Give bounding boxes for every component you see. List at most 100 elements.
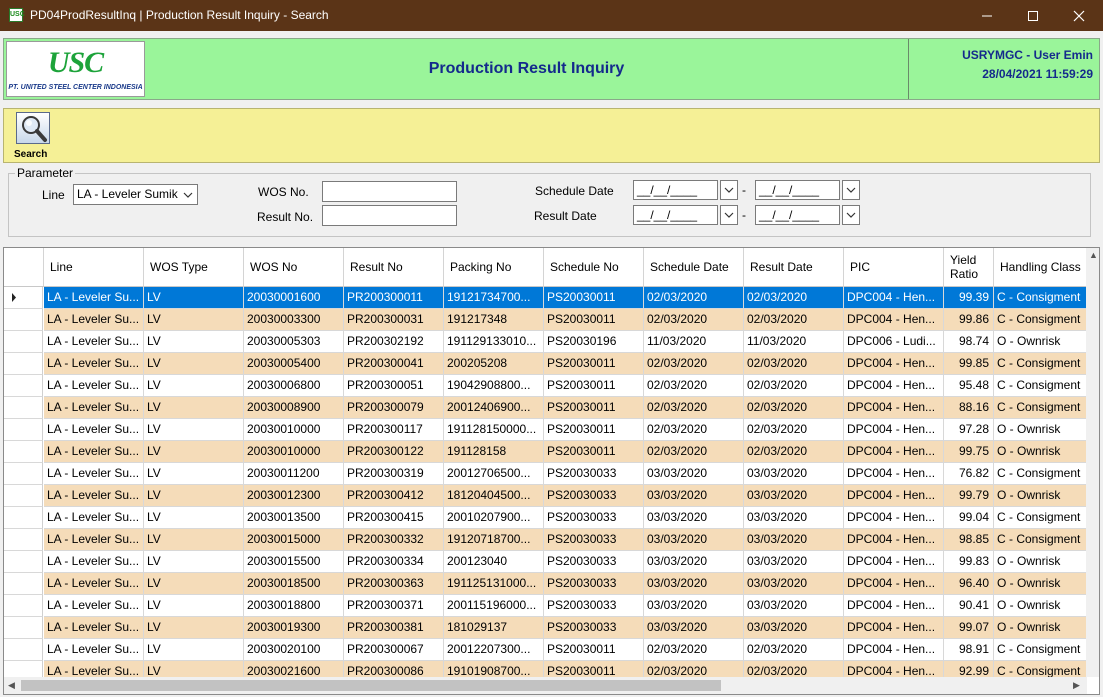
- result-no-input[interactable]: [322, 205, 457, 226]
- table-cell[interactable]: PS20030033: [544, 595, 644, 617]
- table-cell[interactable]: 03/03/2020: [644, 529, 744, 551]
- table-cell[interactable]: 99.07: [944, 617, 994, 639]
- table-cell[interactable]: 200205208: [444, 353, 544, 375]
- table-row[interactable]: LA - Leveler Su... LV 20030005400 PR2003000…: [4, 353, 1087, 375]
- table-cell[interactable]: 02/03/2020: [744, 639, 844, 661]
- column-header[interactable]: Schedule No: [544, 248, 644, 287]
- table-cell[interactable]: LV: [144, 595, 244, 617]
- table-cell[interactable]: LA - Leveler Su...: [44, 485, 144, 507]
- table-cell[interactable]: 99.04: [944, 507, 994, 529]
- result-grid[interactable]: Line WOS Type WOS No Result No Packing No Sch…: [3, 247, 1100, 695]
- table-row[interactable]: LA - Leveler Su... LV 20030018800 PR2003003…: [4, 595, 1087, 617]
- table-cell[interactable]: C - Consigment: [994, 375, 1087, 397]
- row-selector[interactable]: [4, 529, 43, 551]
- result-date-from-dropdown[interactable]: [720, 205, 738, 225]
- table-cell[interactable]: PS20030033: [544, 551, 644, 573]
- table-cell[interactable]: DPC004 - Hen...: [844, 419, 944, 441]
- column-header[interactable]: Schedule Date: [644, 248, 744, 287]
- table-cell[interactable]: 02/03/2020: [744, 309, 844, 331]
- table-cell[interactable]: 02/03/2020: [644, 441, 744, 463]
- table-cell[interactable]: LV: [144, 353, 244, 375]
- table-cell[interactable]: 02/03/2020: [644, 375, 744, 397]
- table-cell[interactable]: 03/03/2020: [644, 573, 744, 595]
- table-cell[interactable]: 20030010000: [244, 441, 344, 463]
- table-cell[interactable]: 03/03/2020: [744, 617, 844, 639]
- table-cell[interactable]: 99.83: [944, 551, 994, 573]
- table-cell[interactable]: LV: [144, 375, 244, 397]
- table-cell[interactable]: O - Ownrisk: [994, 441, 1087, 463]
- maximize-button[interactable]: [1010, 0, 1056, 31]
- table-cell[interactable]: 11/03/2020: [744, 331, 844, 353]
- table-cell[interactable]: LV: [144, 551, 244, 573]
- table-cell[interactable]: DPC004 - Hen...: [844, 485, 944, 507]
- table-cell[interactable]: PR200300122: [344, 441, 444, 463]
- table-cell[interactable]: 03/03/2020: [644, 507, 744, 529]
- row-selector[interactable]: [4, 463, 43, 485]
- table-cell[interactable]: DPC004 - Hen...: [844, 397, 944, 419]
- schedule-date-from-dropdown[interactable]: [720, 180, 738, 200]
- table-cell[interactable]: 20030015000: [244, 529, 344, 551]
- table-cell[interactable]: 90.41: [944, 595, 994, 617]
- table-cell[interactable]: PR200302192: [344, 331, 444, 353]
- table-cell[interactable]: LV: [144, 639, 244, 661]
- table-cell[interactable]: PS20030033: [544, 617, 644, 639]
- table-row[interactable]: LA - Leveler Su... LV 20030003300 PR2003000…: [4, 309, 1087, 331]
- table-cell[interactable]: DPC004 - Hen...: [844, 595, 944, 617]
- table-cell[interactable]: DPC004 - Hen...: [844, 617, 944, 639]
- table-row[interactable]: LA - Leveler Su... LV 20030020100 PR2003000…: [4, 639, 1087, 661]
- table-cell[interactable]: 02/03/2020: [744, 419, 844, 441]
- table-cell[interactable]: C - Consigment: [994, 353, 1087, 375]
- table-cell[interactable]: 03/03/2020: [644, 595, 744, 617]
- table-cell[interactable]: 19121734700...: [444, 287, 544, 309]
- table-cell[interactable]: 02/03/2020: [744, 287, 844, 309]
- table-cell[interactable]: LV: [144, 441, 244, 463]
- table-cell[interactable]: PR200300415: [344, 507, 444, 529]
- table-cell[interactable]: PR200300067: [344, 639, 444, 661]
- table-row[interactable]: LA - Leveler Su... LV 20030001600 PR2003000…: [4, 287, 1087, 309]
- row-selector[interactable]: [4, 331, 43, 353]
- table-cell[interactable]: 20030013500: [244, 507, 344, 529]
- table-cell[interactable]: 03/03/2020: [744, 485, 844, 507]
- table-cell[interactable]: 19120718700...: [444, 529, 544, 551]
- column-header[interactable]: Line: [44, 248, 144, 287]
- table-cell[interactable]: DPC004 - Hen...: [844, 375, 944, 397]
- table-cell[interactable]: PR200300332: [344, 529, 444, 551]
- table-cell[interactable]: 20030018500: [244, 573, 344, 595]
- result-date-from-input[interactable]: __/__/____: [633, 205, 718, 225]
- table-cell[interactable]: LV: [144, 287, 244, 309]
- table-cell[interactable]: PR200300011: [344, 287, 444, 309]
- row-selector[interactable]: [4, 485, 43, 507]
- table-cell[interactable]: 03/03/2020: [744, 463, 844, 485]
- table-cell[interactable]: 98.91: [944, 639, 994, 661]
- table-cell[interactable]: 03/03/2020: [644, 551, 744, 573]
- search-button[interactable]: Search: [14, 112, 50, 160]
- table-cell[interactable]: 20012706500...: [444, 463, 544, 485]
- table-cell[interactable]: O - Ownrisk: [994, 551, 1087, 573]
- table-cell[interactable]: PS20030011: [544, 441, 644, 463]
- table-cell[interactable]: 98.74: [944, 331, 994, 353]
- table-cell[interactable]: LA - Leveler Su...: [44, 309, 144, 331]
- table-cell[interactable]: 03/03/2020: [744, 573, 844, 595]
- table-row[interactable]: LA - Leveler Su... LV 20030010000 PR2003001…: [4, 419, 1087, 441]
- table-cell[interactable]: 200123040: [444, 551, 544, 573]
- table-cell[interactable]: O - Ownrisk: [994, 617, 1087, 639]
- table-cell[interactable]: PR200300334: [344, 551, 444, 573]
- table-cell[interactable]: PS20030033: [544, 463, 644, 485]
- column-header[interactable]: Result Date: [744, 248, 844, 287]
- row-selector[interactable]: [4, 639, 43, 661]
- table-cell[interactable]: 98.85: [944, 529, 994, 551]
- table-cell[interactable]: 20030006800: [244, 375, 344, 397]
- table-cell[interactable]: PR200300051: [344, 375, 444, 397]
- table-cell[interactable]: 20030019300: [244, 617, 344, 639]
- table-cell[interactable]: O - Ownrisk: [994, 331, 1087, 353]
- table-cell[interactable]: PS20030033: [544, 485, 644, 507]
- table-cell[interactable]: 191128150000...: [444, 419, 544, 441]
- column-header[interactable]: WOS Type: [144, 248, 244, 287]
- table-cell[interactable]: 02/03/2020: [744, 353, 844, 375]
- horizontal-scroll-thumb[interactable]: [21, 680, 721, 691]
- table-cell[interactable]: O - Ownrisk: [994, 573, 1087, 595]
- column-header[interactable]: Handling Class: [994, 248, 1087, 287]
- table-cell[interactable]: DPC004 - Hen...: [844, 309, 944, 331]
- table-cell[interactable]: 20030012300: [244, 485, 344, 507]
- result-date-to-input[interactable]: __/__/____: [755, 205, 840, 225]
